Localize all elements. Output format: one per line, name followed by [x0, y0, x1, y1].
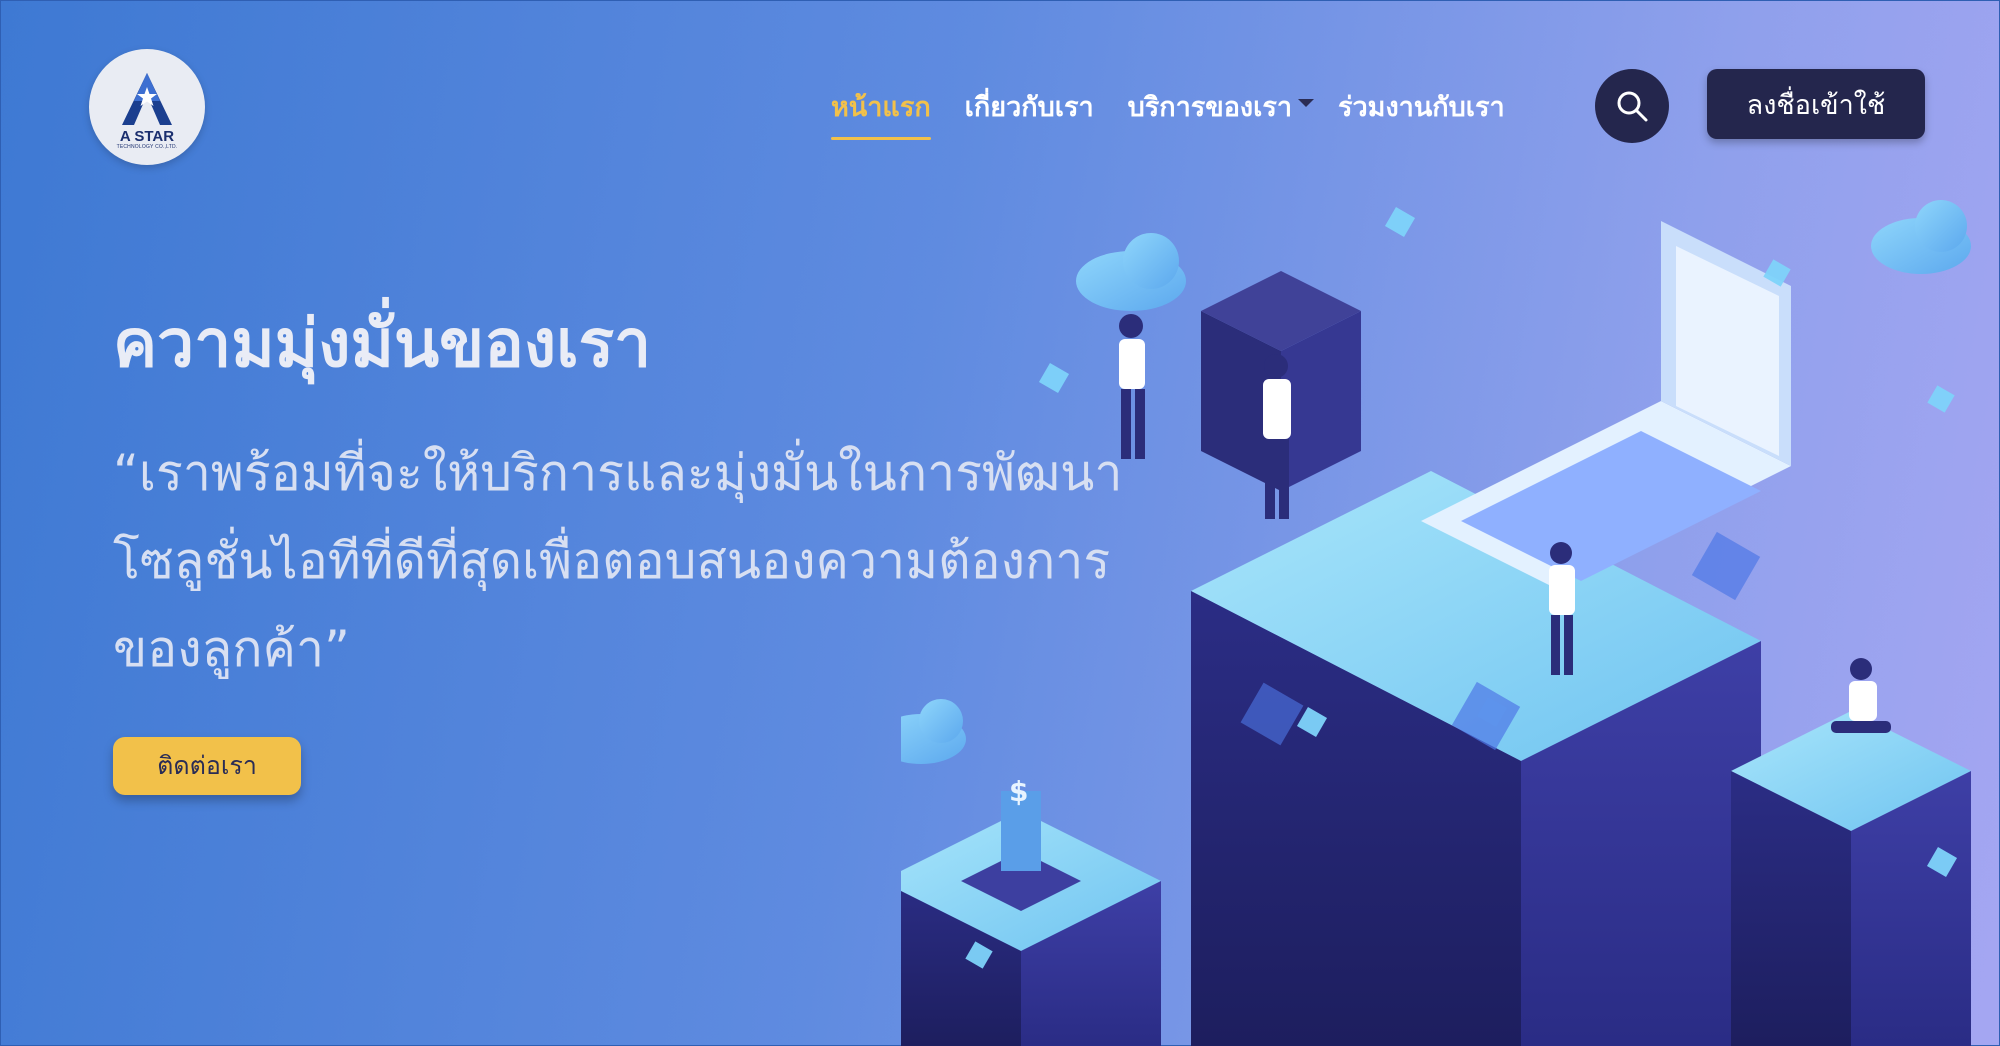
page-title: ความมุ่งมั่นของเรา [113, 305, 652, 382]
person-figure [1831, 658, 1891, 733]
nav-item-services-label: บริการของเรา [1127, 91, 1293, 123]
logo-subtitle: TECHNOLOGY CO.,LTD. [116, 143, 178, 150]
search-button[interactable] [1595, 69, 1669, 143]
hero-section: A STAR TECHNOLOGY CO.,LTD. หน้าแรก เกี่ย… [0, 0, 2000, 1046]
a-star-logo-icon [122, 72, 172, 125]
nav-item-about[interactable]: เกี่ยวกับเรา [965, 85, 1094, 128]
contact-button[interactable]: ติดต่อเรา [113, 737, 301, 795]
nav-item-careers[interactable]: ร่วมงานกับเรา [1338, 85, 1505, 128]
person-figure [1119, 314, 1145, 459]
search-icon [1617, 91, 1648, 122]
isometric-tech-illustration: $ [901, 200, 1971, 1046]
chevron-down-icon [1298, 99, 1315, 107]
main-nav: หน้าแรก เกี่ยวกับเรา บริการของเรา ร่วมงา… [831, 71, 1539, 141]
nav-item-home[interactable]: หน้าแรก [831, 85, 931, 140]
nav-item-services[interactable]: บริการของเรา [1127, 85, 1315, 128]
logo-name: A STAR [119, 127, 175, 145]
company-logo[interactable]: A STAR TECHNOLOGY CO.,LTD. [89, 49, 205, 165]
svg-text:$: $ [1009, 775, 1028, 808]
login-button[interactable]: ลงชื่อเข้าใช้ [1707, 69, 1925, 139]
